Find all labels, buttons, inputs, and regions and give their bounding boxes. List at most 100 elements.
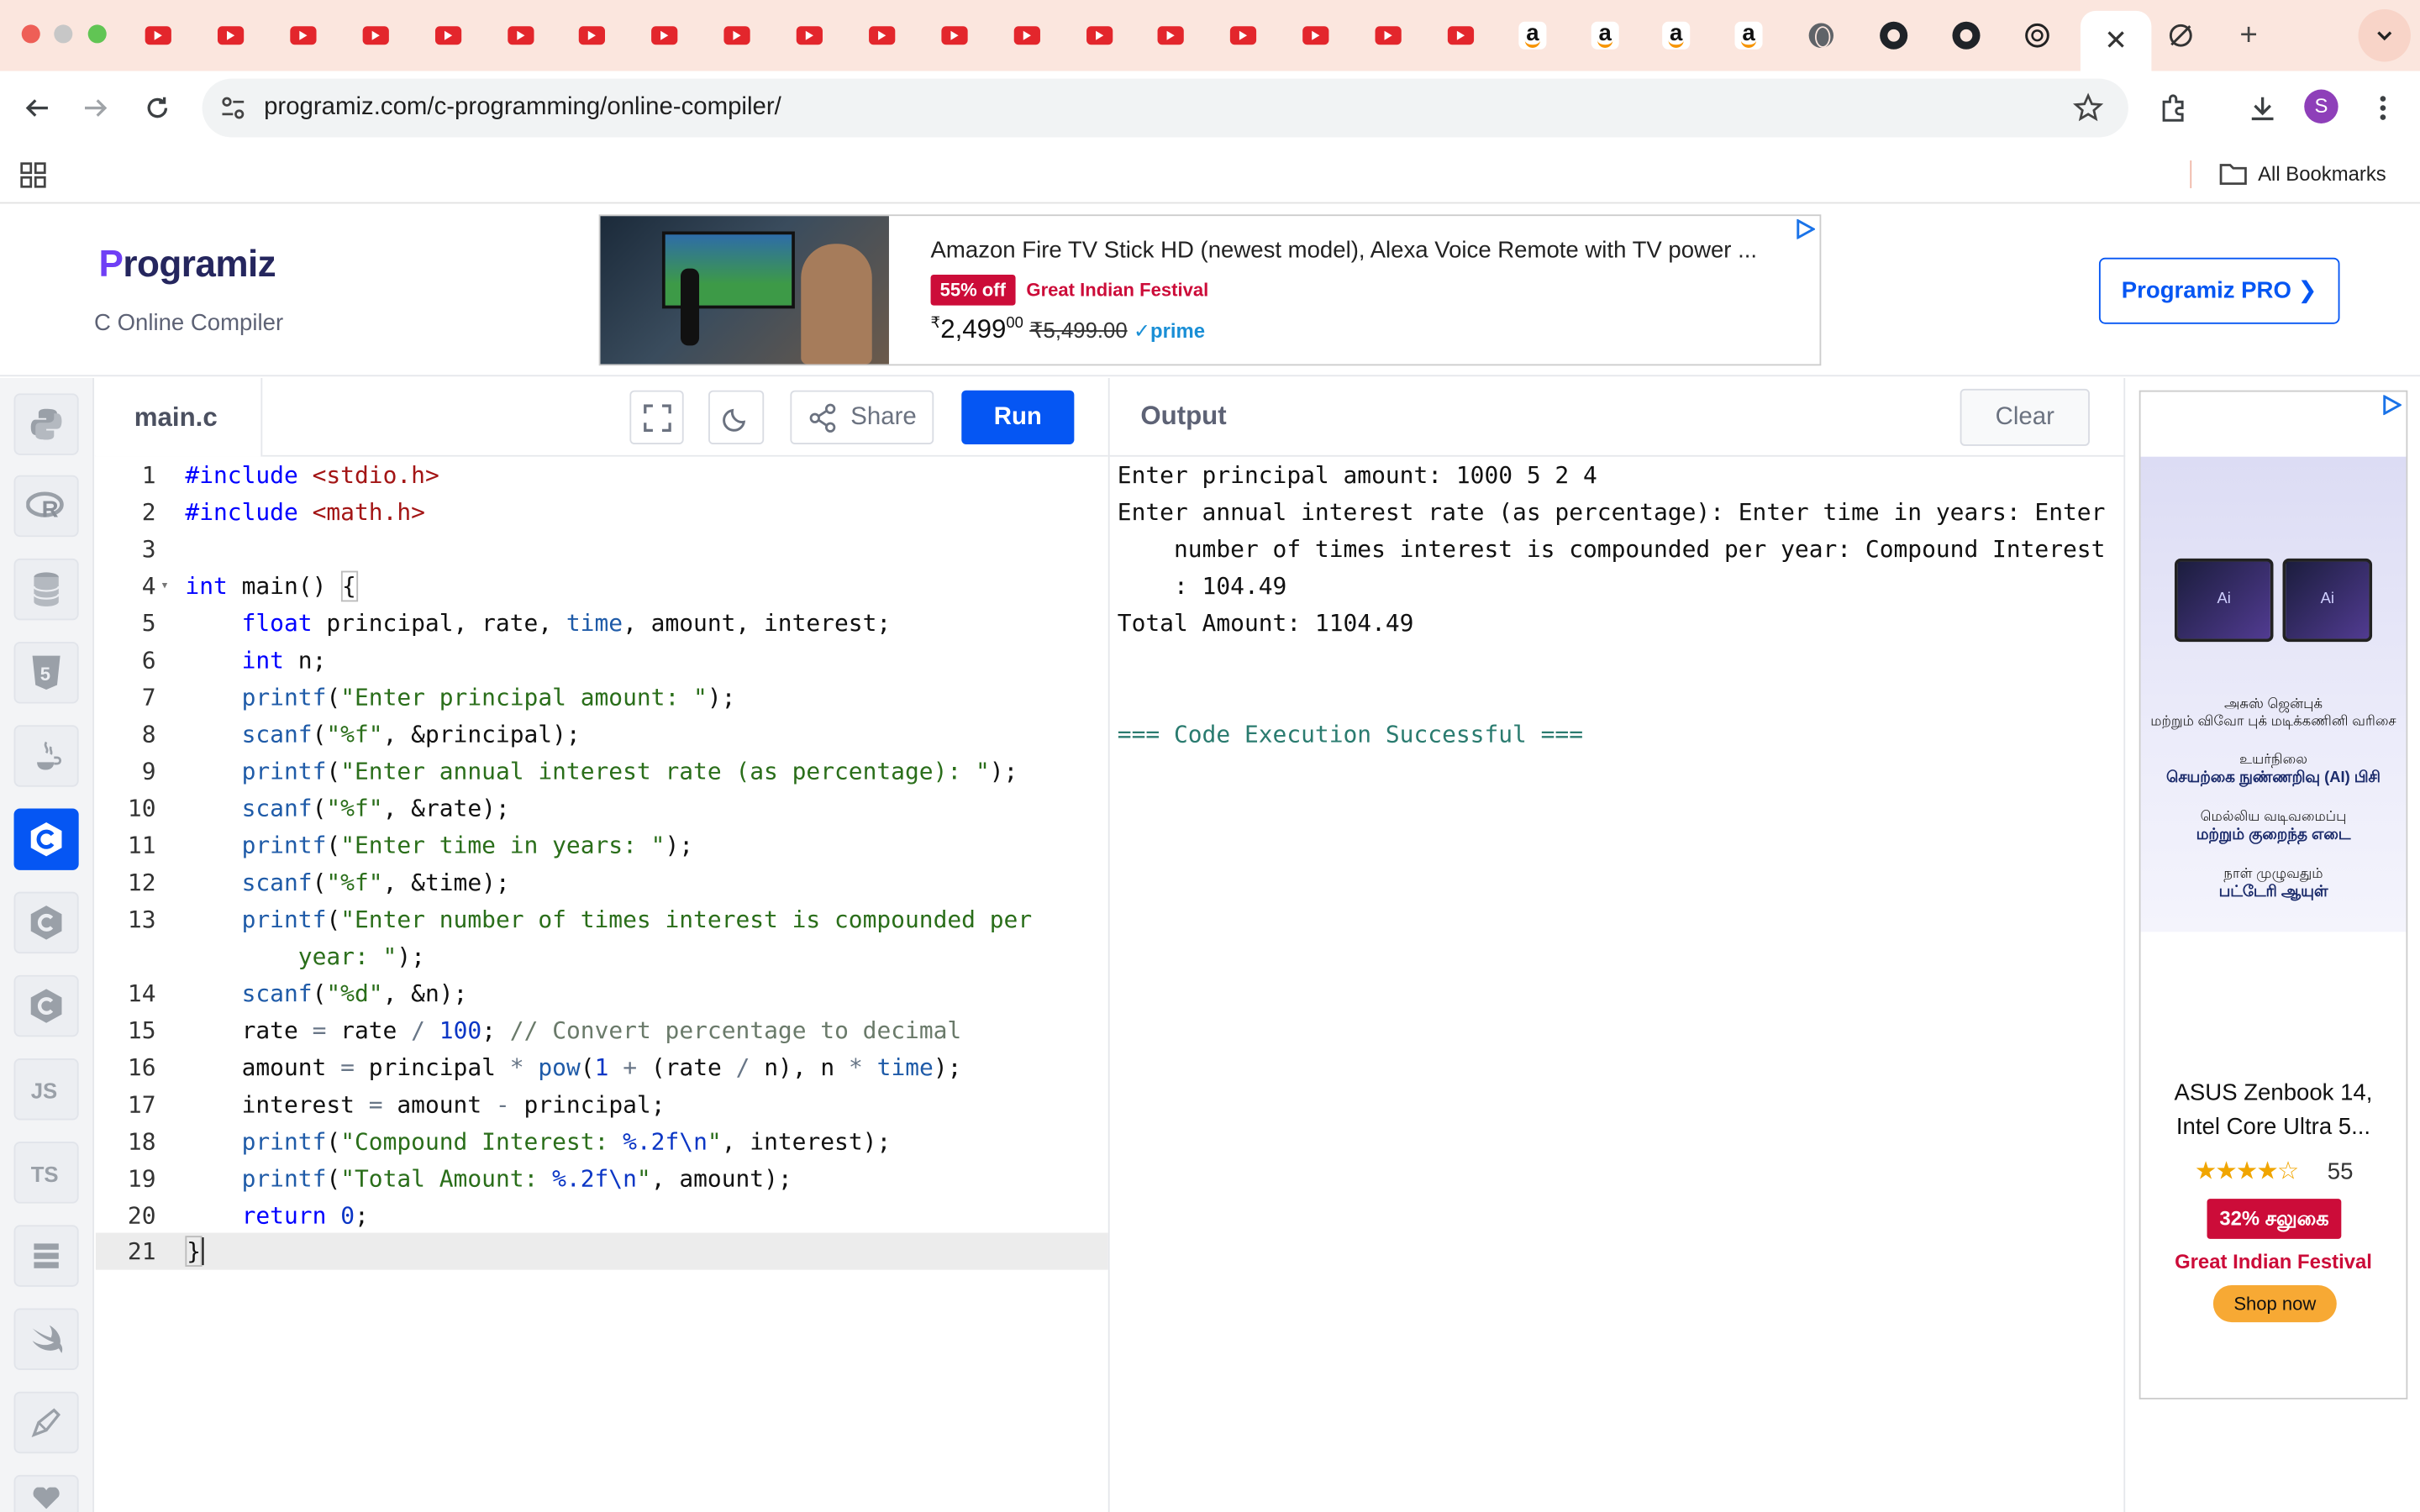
back-button[interactable] [15, 87, 58, 129]
window-minimize-control[interactable] [54, 24, 73, 44]
forward-button[interactable] [74, 87, 117, 129]
clear-button[interactable]: Clear [1960, 388, 2090, 446]
tab-youtube[interactable] [863, 17, 900, 54]
lang-typescript[interactable]: TS [13, 1142, 79, 1204]
tab-youtube[interactable] [1151, 17, 1188, 54]
tab-youtube[interactable] [1369, 17, 1406, 54]
side-ad[interactable]: Ai Ai அசுஸ் ஜென்புக் மற்றும் விவோ புக் ம… [2139, 390, 2408, 1399]
top-ad-banner[interactable]: Amazon Fire TV Stick HD (newest model), … [598, 214, 1822, 366]
fullscreen-button[interactable] [629, 390, 684, 444]
tab-youtube[interactable] [572, 17, 609, 54]
tab-globe[interactable] [1802, 17, 1839, 54]
tab-search-button[interactable] [2358, 9, 2411, 62]
share-button[interactable]: Share [790, 390, 934, 444]
tab-amazon[interactable]: a [1514, 17, 1551, 54]
code-line[interactable]: 9 printf("Enter annual interest rate (as… [96, 753, 1108, 790]
tab-youtube[interactable] [1007, 17, 1044, 54]
lang-sql[interactable] [13, 558, 79, 621]
code-line[interactable]: 15 rate = rate / 100; // Convert percent… [96, 1012, 1108, 1049]
lang-java[interactable] [13, 725, 79, 787]
code-line[interactable]: 18 printf("Compound Interest: %.2f\n", i… [96, 1123, 1108, 1160]
programiz-logo[interactable]: Programiz [99, 244, 276, 286]
code-line[interactable]: 6 int n; [96, 642, 1108, 679]
extensions-button[interactable] [2151, 87, 2194, 129]
tab-amazon[interactable]: a [1586, 17, 1623, 54]
code-line[interactable]: 2 #include <math.h> [96, 494, 1108, 531]
tab-programiz-active[interactable]: ✕ [2080, 10, 2152, 71]
code-line[interactable]: 10 scanf("%f", &rate); [96, 790, 1108, 827]
reload-button[interactable] [136, 87, 179, 129]
tab-blocked[interactable] [2162, 17, 2199, 54]
code-line[interactable]: 17 interest = amount - principal; [96, 1086, 1108, 1123]
tab-youtube[interactable] [1297, 17, 1334, 54]
adchoices-icon[interactable] [1795, 218, 1815, 239]
code-line[interactable]: 12 scanf("%f", &time); [96, 864, 1108, 901]
code-line-active[interactable]: 21} [95, 1232, 1108, 1270]
run-button[interactable]: Run [961, 390, 1075, 444]
code-line[interactable]: 5 float principal, rate, time, amount, i… [96, 605, 1108, 642]
close-icon[interactable]: ✕ [2104, 24, 2128, 57]
lang-javascript[interactable]: JS [13, 1058, 79, 1121]
lang-python[interactable] [13, 393, 79, 455]
code-line[interactable]: 8 scanf("%f", &principal); [96, 716, 1108, 753]
site-settings-icon[interactable] [221, 96, 245, 120]
tab-amazon[interactable]: a [1658, 17, 1695, 54]
tab-youtube[interactable] [502, 17, 539, 54]
tab-youtube[interactable] [1442, 17, 1479, 54]
ad-title[interactable]: Amazon Fire TV Stick HD (newest model), … [931, 238, 1758, 264]
tab-youtube[interactable] [212, 17, 249, 54]
browser-menu-button[interactable] [2361, 87, 2404, 129]
tab-youtube[interactable] [935, 17, 972, 54]
code-line[interactable]: 13 printf("Enter number of times interes… [96, 901, 1108, 938]
apps-grid-icon[interactable] [20, 162, 46, 188]
tab-youtube[interactable] [790, 17, 827, 54]
lang-r[interactable]: R [13, 475, 79, 538]
window-close-control[interactable] [21, 24, 40, 44]
fold-arrow-icon[interactable]: ▾ [160, 568, 169, 605]
code-line[interactable]: 1 #include <stdio.h> [96, 457, 1108, 494]
code-line[interactable]: 19 printf("Total Amount: %.2f\n", amount… [96, 1160, 1108, 1197]
shop-now-button[interactable]: Shop now [2212, 1284, 2337, 1323]
code-line[interactable]: 3 [96, 531, 1108, 568]
file-tab-main-c[interactable]: main.c [95, 377, 263, 457]
tab-youtube[interactable] [284, 17, 321, 54]
tab-youtube[interactable] [645, 17, 682, 54]
address-bar[interactable]: programiz.com/c-programming/online-compi… [202, 78, 2128, 138]
tab-youtube[interactable] [139, 17, 176, 54]
tab-youtube[interactable] [1081, 17, 1118, 54]
tab-youtube[interactable] [1224, 17, 1261, 54]
code-line[interactable]: 7 printf("Enter principal amount: "); [96, 679, 1108, 716]
lang-cpp[interactable] [13, 891, 79, 954]
tab-youtube[interactable] [356, 17, 393, 54]
lang-rust[interactable] [13, 1391, 79, 1454]
code-line[interactable]: 16 amount = principal * pow(1 + (rate / … [96, 1049, 1108, 1086]
url-text[interactable]: programiz.com/c-programming/online-compi… [264, 94, 781, 122]
lang-swift[interactable] [13, 1308, 79, 1371]
adchoices-icon[interactable] [2381, 395, 2402, 416]
tab-github[interactable] [1948, 17, 1985, 54]
code-line[interactable]: 11 printf("Enter time in years: "); [96, 827, 1108, 864]
tab-github[interactable] [1876, 17, 1912, 54]
code-line[interactable]: 20 return 0; [96, 1197, 1108, 1234]
tab-youtube[interactable] [718, 17, 755, 54]
ad-product-name[interactable]: ASUS Zenbook 14, Intel Core Ultra 5... [2141, 1077, 2407, 1145]
downloads-button[interactable] [2241, 87, 2284, 129]
code-editor[interactable]: 1 #include <stdio.h> 2 #include <math.h> 3… [95, 456, 1108, 1512]
tab-amazon[interactable]: a [1730, 17, 1767, 54]
profile-avatar[interactable]: S [2304, 89, 2338, 123]
tab-openai[interactable] [2018, 17, 2055, 54]
new-tab-button[interactable]: + [2230, 17, 2267, 54]
all-bookmarks-button[interactable]: All Bookmarks [2219, 162, 2386, 185]
code-line[interactable]: 14 scanf("%d", &n); [96, 975, 1108, 1012]
lang-more[interactable] [13, 1474, 79, 1512]
lang-csharp[interactable] [13, 974, 79, 1037]
lang-go[interactable] [13, 1225, 79, 1287]
window-zoom-control[interactable] [87, 24, 107, 44]
bookmark-star-icon[interactable] [2072, 92, 2104, 123]
lang-html[interactable]: 5 [13, 642, 79, 704]
programiz-pro-button[interactable]: Programiz PRO ❯ [2098, 257, 2340, 324]
lang-c[interactable] [13, 808, 79, 870]
code-line-wrap[interactable]: year: "); [96, 938, 1108, 975]
code-line[interactable]: 4 ▾ int main() { [96, 568, 1108, 605]
tab-youtube[interactable] [429, 17, 466, 54]
